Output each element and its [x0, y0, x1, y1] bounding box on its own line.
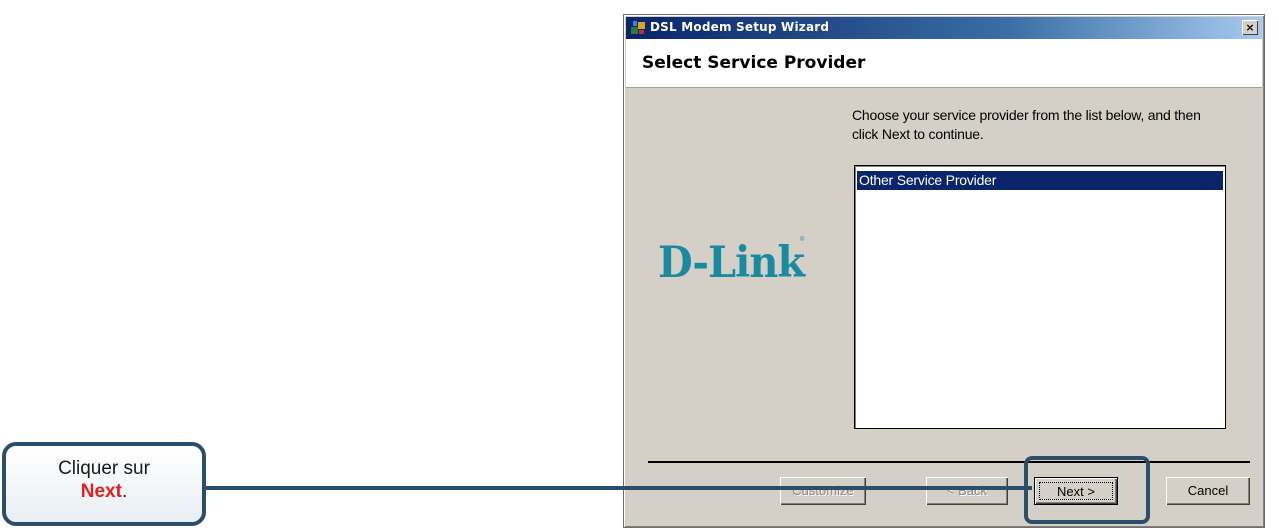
callout-punctuation: . — [121, 481, 128, 502]
window-title: DSL Modem Setup Wizard — [650, 20, 830, 34]
callout-line-2: Next. — [6, 480, 202, 503]
instruction-text: Choose your service provider from the li… — [852, 107, 1201, 142]
cancel-button[interactable]: Cancel — [1166, 477, 1250, 505]
logo-registered-mark: ® — [800, 237, 805, 243]
dlink-logo: D-Link — [658, 237, 805, 288]
callout-line-1: Cliquer sur — [58, 458, 150, 479]
next-button-highlight — [1024, 456, 1150, 524]
instruction-callout: Cliquer sur Next. — [2, 442, 206, 526]
wizard-app-icon — [631, 21, 645, 34]
page-title: Select Service Provider — [642, 53, 866, 73]
callout-emphasis: Next — [80, 481, 122, 502]
service-provider-list[interactable]: Other Service Provider — [854, 165, 1226, 429]
list-item-other-service-provider[interactable]: Other Service Provider — [857, 171, 1223, 190]
close-icon: × — [1245, 21, 1255, 34]
button-separator — [648, 461, 1250, 463]
title-bar[interactable]: DSL Modem Setup Wizard × — [626, 17, 1262, 39]
back-button[interactable]: < Back — [926, 477, 1008, 505]
callout-connector-line — [206, 486, 1032, 490]
setup-wizard-window: DSL Modem Setup Wizard × Select Service … — [623, 14, 1265, 528]
customize-button[interactable]: Customize — [780, 477, 866, 505]
close-button[interactable]: × — [1242, 20, 1258, 35]
screenshot-stage: DSL Modem Setup Wizard × Select Service … — [0, 0, 1279, 532]
wizard-header: Select Service Provider — [626, 39, 1262, 88]
